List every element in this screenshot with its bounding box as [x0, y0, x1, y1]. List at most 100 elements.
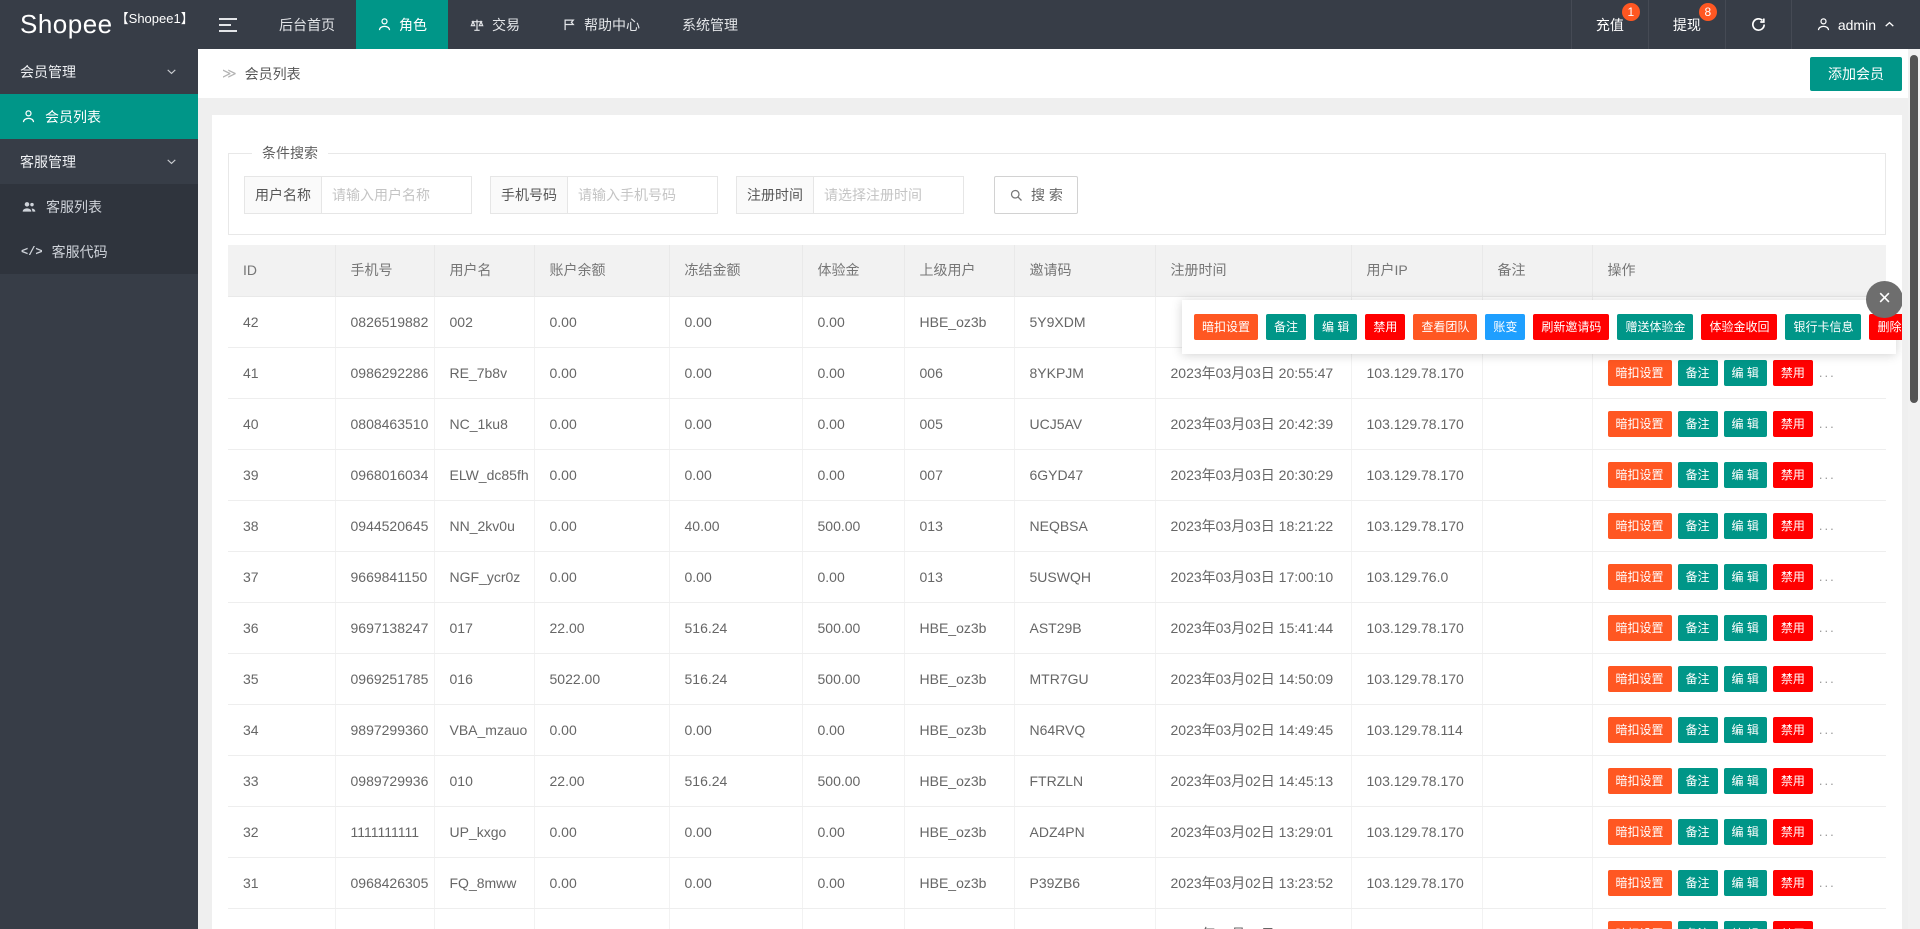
row-action-note-button[interactable]: 备注 — [1677, 665, 1718, 692]
row-action-edit-button[interactable]: 编 辑 — [1723, 920, 1767, 929]
row-action-edit-button[interactable]: 编 辑 — [1723, 869, 1767, 896]
recharge-label: 充值 — [1595, 16, 1624, 33]
row-action-note-button[interactable]: 备注 — [1677, 512, 1718, 539]
popup-action-recall-trial-money-button[interactable]: 体验金收回 — [1701, 314, 1778, 340]
row-action-note-button[interactable]: 备注 — [1677, 920, 1718, 929]
row-action-note-button[interactable]: 备注 — [1677, 563, 1718, 590]
row-action-hidden-deduct-settings-button[interactable]: 暗扣设置 — [1607, 461, 1672, 488]
row-action-hidden-deduct-settings-button[interactable]: 暗扣设置 — [1607, 665, 1672, 692]
sidebar-group-service-management[interactable]: 客服管理 — [0, 139, 198, 184]
popup-action-bank-card-info-button[interactable]: 银行卡信息 — [1785, 314, 1862, 340]
popup-action-gift-trial-money-button[interactable]: 赠送体验金 — [1617, 314, 1694, 340]
more-actions-button[interactable]: ... — [1819, 722, 1836, 737]
row-action-disable-button[interactable]: 禁用 — [1772, 410, 1813, 437]
search-button[interactable]: 搜 索 — [994, 176, 1078, 214]
row-action-edit-button[interactable]: 编 辑 — [1723, 614, 1767, 641]
phone-input[interactable] — [568, 176, 718, 214]
row-action-disable-button[interactable]: 禁用 — [1772, 818, 1813, 845]
nav-item-system-management[interactable]: 系统管理 — [661, 0, 759, 49]
row-action-disable-button[interactable]: 禁用 — [1772, 563, 1813, 590]
row-action-hidden-deduct-settings-button[interactable]: 暗扣设置 — [1607, 410, 1672, 437]
row-action-disable-button[interactable]: 禁用 — [1772, 869, 1813, 896]
row-action-edit-button[interactable]: 编 辑 — [1723, 359, 1767, 386]
row-action-hidden-deduct-settings-button[interactable]: 暗扣设置 — [1607, 767, 1672, 794]
popup-action-edit-button[interactable]: 编 辑 — [1314, 314, 1358, 340]
refresh-button[interactable] — [1724, 0, 1791, 49]
add-member-button[interactable]: 添加会员 — [1810, 56, 1902, 91]
row-action-hidden-deduct-settings-button[interactable]: 暗扣设置 — [1607, 563, 1672, 590]
row-action-disable-button[interactable]: 禁用 — [1772, 614, 1813, 641]
row-action-note-button[interactable]: 备注 — [1677, 869, 1718, 896]
recharge-button[interactable]: 充值 1 — [1570, 0, 1648, 49]
row-action-hidden-deduct-settings-button[interactable]: 暗扣设置 — [1607, 920, 1672, 929]
popup-action-refresh-invite-code-button[interactable]: 刷新邀请码 — [1533, 314, 1610, 340]
row-action-note-button[interactable]: 备注 — [1677, 410, 1718, 437]
more-actions-button[interactable]: ... — [1819, 671, 1836, 686]
row-action-note-button[interactable]: 备注 — [1677, 716, 1718, 743]
more-actions-button[interactable]: ... — [1819, 467, 1836, 482]
row-action-note-button[interactable]: 备注 — [1677, 818, 1718, 845]
row-action-edit-button[interactable]: 编 辑 — [1723, 461, 1767, 488]
close-icon[interactable]: × — [1866, 281, 1902, 318]
nav-hamburger-button[interactable] — [198, 0, 258, 49]
row-action-edit-button[interactable]: 编 辑 — [1723, 716, 1767, 743]
username-input[interactable] — [322, 176, 472, 214]
nav-item-transactions[interactable]: 交易 — [448, 0, 541, 49]
row-action-edit-button[interactable]: 编 辑 — [1723, 410, 1767, 437]
nav-item-help-center[interactable]: 帮助中心 — [541, 0, 661, 49]
sidebar-group-member-management[interactable]: 会员管理 — [0, 49, 198, 94]
sidebar-item-label: 客服列表 — [46, 198, 102, 215]
row-action-disable-button[interactable]: 禁用 — [1772, 920, 1813, 929]
popup-action-hidden-deduct-settings-button[interactable]: 暗扣设置 — [1194, 314, 1259, 340]
row-action-hidden-deduct-settings-button[interactable]: 暗扣设置 — [1607, 512, 1672, 539]
popup-action-note-button[interactable]: 备注 — [1266, 314, 1307, 340]
row-action-edit-button[interactable]: 编 辑 — [1723, 563, 1767, 590]
register-time-input[interactable] — [814, 176, 964, 214]
nav-item-label: 帮助中心 — [584, 16, 640, 33]
more-actions-button[interactable]: ... — [1819, 518, 1836, 533]
vertical-scrollbar-thumb[interactable] — [1910, 55, 1918, 403]
sidebar-item-service-code[interactable]: </> 客服代码 — [0, 229, 198, 274]
row-action-disable-button[interactable]: 禁用 — [1772, 665, 1813, 692]
username-field-label: 用户名称 — [244, 176, 322, 214]
vertical-scrollbar-track[interactable] — [1908, 49, 1920, 929]
row-action-disable-button[interactable]: 禁用 — [1772, 512, 1813, 539]
row-action-note-button[interactable]: 备注 — [1677, 767, 1718, 794]
more-actions-button[interactable]: ... — [1819, 416, 1836, 431]
popup-action-disable-button[interactable]: 禁用 — [1365, 314, 1406, 340]
nav-item-roles[interactable]: 角色 — [356, 0, 448, 49]
more-actions-button[interactable]: ... — [1819, 365, 1836, 380]
more-actions-button[interactable]: ... — [1819, 875, 1836, 890]
sidebar-item-service-list[interactable]: 客服列表 — [0, 184, 198, 229]
row-action-note-button[interactable]: 备注 — [1677, 614, 1718, 641]
row-action-note-button[interactable]: 备注 — [1677, 461, 1718, 488]
row-action-edit-button[interactable]: 编 辑 — [1723, 767, 1767, 794]
row-action-disable-button[interactable]: 禁用 — [1772, 359, 1813, 386]
row-action-hidden-deduct-settings-button[interactable]: 暗扣设置 — [1607, 614, 1672, 641]
more-actions-button[interactable]: ... — [1819, 773, 1836, 788]
user-menu[interactable]: admin — [1790, 0, 1920, 49]
popup-action-view-team-button[interactable]: 查看团队 — [1413, 314, 1478, 340]
row-action-hidden-deduct-settings-button[interactable]: 暗扣设置 — [1607, 716, 1672, 743]
more-actions-button[interactable]: ... — [1819, 926, 1836, 929]
row-action-edit-button[interactable]: 编 辑 — [1723, 512, 1767, 539]
withdraw-button[interactable]: 提现 8 — [1647, 0, 1725, 49]
row-action-edit-button[interactable]: 编 辑 — [1723, 818, 1767, 845]
row-action-note-button[interactable]: 备注 — [1677, 359, 1718, 386]
row-action-disable-button[interactable]: 禁用 — [1772, 767, 1813, 794]
row-action-edit-button[interactable]: 编 辑 — [1723, 665, 1767, 692]
nav-item-dashboard[interactable]: 后台首页 — [258, 0, 356, 49]
row-action-hidden-deduct-settings-button[interactable]: 暗扣设置 — [1607, 818, 1672, 845]
row-action-hidden-deduct-settings-button[interactable]: 暗扣设置 — [1607, 359, 1672, 386]
popup-action-balance-change-button[interactable]: 账变 — [1485, 314, 1526, 340]
more-actions-button[interactable]: ... — [1819, 569, 1836, 584]
row-action-hidden-deduct-settings-button[interactable]: 暗扣设置 — [1607, 869, 1672, 896]
more-actions-button[interactable]: ... — [1819, 824, 1836, 839]
cell-username: 002 — [434, 296, 535, 348]
row-action-disable-button[interactable]: 禁用 — [1772, 461, 1813, 488]
row-action-disable-button[interactable]: 禁用 — [1772, 716, 1813, 743]
more-actions-button[interactable]: ... — [1819, 620, 1836, 635]
column-header: 手机号 — [335, 245, 435, 297]
cell-invite: P39ZB6 — [1014, 857, 1156, 909]
sidebar-item-member-list[interactable]: 会员列表 — [0, 94, 198, 139]
